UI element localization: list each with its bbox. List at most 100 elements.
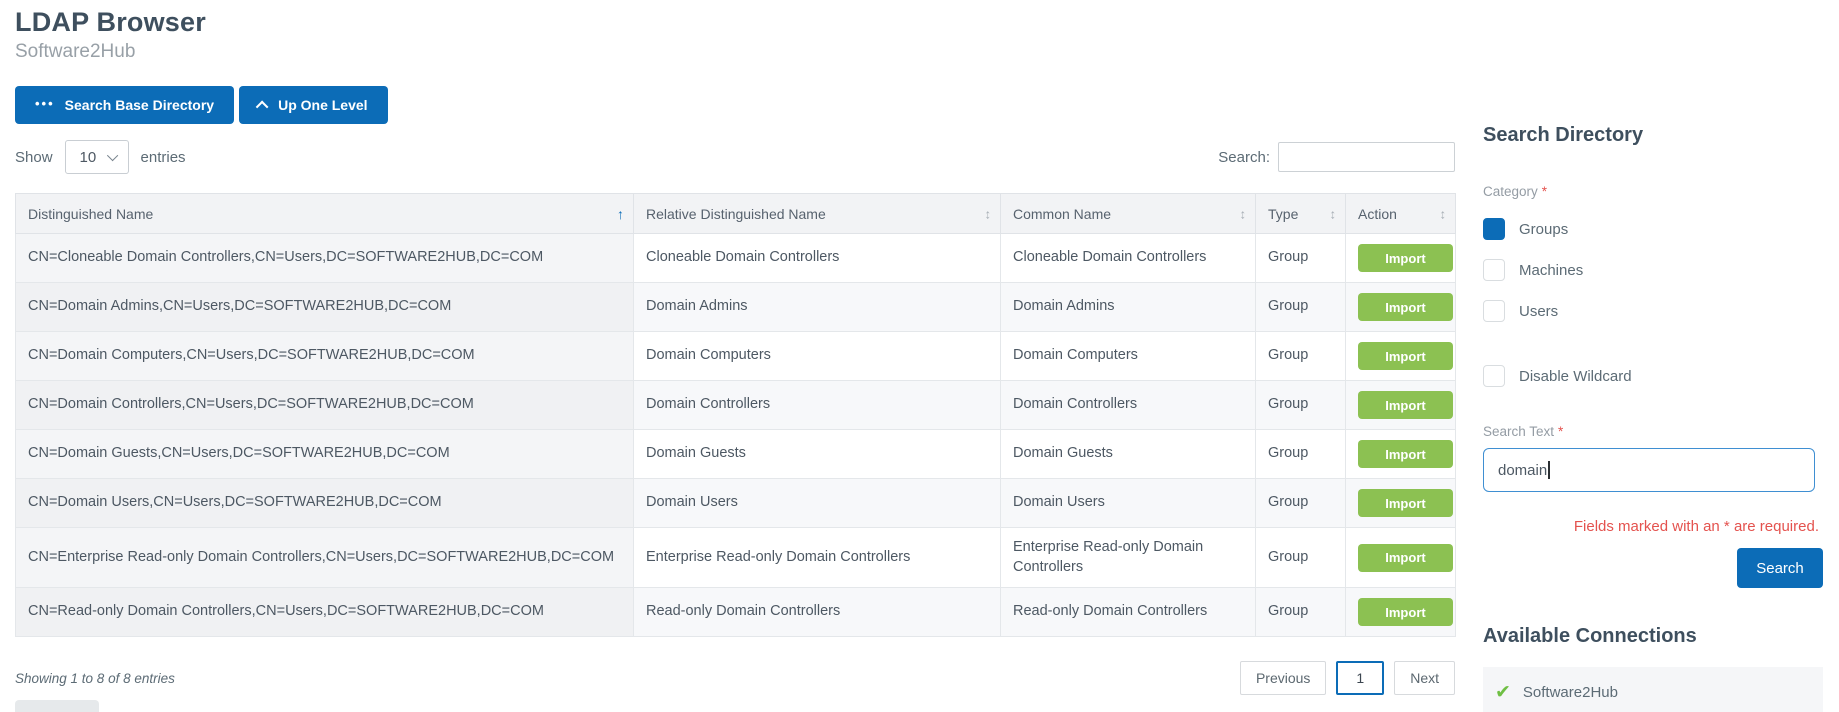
ldap-entries-table: Distinguished Name ↑ Relative Distinguis… [15, 193, 1456, 637]
table-footer: Showing 1 to 8 of 8 entries Previous 1 N… [15, 661, 1455, 695]
page-subtitle: Software2Hub [15, 41, 1455, 63]
import-button[interactable]: Import [1358, 391, 1453, 419]
table-row: CN=Domain Admins,CN=Users,DC=SOFTWARE2HU… [16, 283, 1456, 332]
column-header-distinguished-name[interactable]: Distinguished Name ↑ [16, 194, 634, 234]
page-title: LDAP Browser [15, 7, 1455, 38]
distinguished-name-cell: CN=Domain Guests,CN=Users,DC=SOFTWARE2HU… [16, 430, 634, 479]
required-asterisk: * [1542, 184, 1547, 199]
table-header-row: Distinguished Name ↑ Relative Distinguis… [16, 194, 1456, 234]
table-row: CN=Read-only Domain Controllers,CN=Users… [16, 588, 1456, 637]
common-name-cell: Read-only Domain Controllers [1001, 588, 1256, 637]
import-button[interactable]: Import [1358, 293, 1453, 321]
search-text-value: domain [1498, 462, 1547, 479]
disable-wildcard-checkbox[interactable] [1483, 365, 1505, 387]
category-checkbox-label: Machines [1519, 262, 1583, 279]
page-size-select[interactable]: 10 [65, 140, 129, 174]
table-search-input[interactable] [1278, 142, 1455, 172]
action-cell: Import [1346, 528, 1456, 588]
relative-distinguished-name-cell: Cloneable Domain Controllers [634, 234, 1001, 283]
common-name-cell: Enterprise Read-only Domain Controllers [1001, 528, 1256, 588]
import-button[interactable]: Import [1358, 342, 1453, 370]
distinguished-name-cell: CN=Domain Admins,CN=Users,DC=SOFTWARE2HU… [16, 283, 634, 332]
column-header-action[interactable]: Action ↕ [1346, 194, 1456, 234]
column-label: Common Name [1013, 206, 1111, 222]
up-one-level-button[interactable]: Up One Level [239, 86, 387, 124]
type-cell: Group [1256, 528, 1346, 588]
sort-icon: ↕ [1240, 206, 1247, 221]
import-button[interactable]: Import [1358, 489, 1453, 517]
import-button[interactable]: Import [1358, 244, 1453, 272]
column-label: Relative Distinguished Name [646, 206, 826, 222]
action-cell: Import [1346, 332, 1456, 381]
category-checkbox-users[interactable] [1483, 300, 1505, 322]
ellipsis-icon: ••• [35, 96, 55, 111]
type-cell: Group [1256, 430, 1346, 479]
category-checkbox-groups[interactable] [1483, 218, 1505, 240]
sort-ascending-icon: ↑ [617, 206, 624, 222]
type-cell: Group [1256, 283, 1346, 332]
chevron-down-icon [106, 150, 117, 161]
entries-summary: Showing 1 to 8 of 8 entries [15, 671, 175, 686]
search-button-row: Search [1483, 548, 1823, 588]
column-header-common-name[interactable]: Common Name ↕ [1001, 194, 1256, 234]
toolbar: ••• Search Base Directory Up One Level [15, 86, 1455, 124]
text-cursor [1548, 461, 1550, 479]
column-label: Type [1268, 206, 1298, 222]
previous-page-button[interactable]: Previous [1240, 661, 1326, 695]
import-button[interactable]: Import [1358, 544, 1453, 572]
search-button[interactable]: Search [1737, 548, 1823, 588]
pagination: Previous 1 Next [1240, 661, 1455, 695]
search-text-input[interactable]: domain [1483, 448, 1815, 492]
common-name-cell: Domain Guests [1001, 430, 1256, 479]
relative-distinguished-name-cell: Enterprise Read-only Domain Controllers [634, 528, 1001, 588]
page-size-value: 10 [80, 149, 97, 166]
required-asterisk: * [1558, 424, 1563, 439]
disable-wildcard-checkbox-row[interactable]: Disable Wildcard [1483, 365, 1823, 387]
connection-name: Software2Hub [1523, 684, 1618, 701]
column-header-relative-distinguished-name[interactable]: Relative Distinguished Name ↕ [634, 194, 1001, 234]
show-label: Show [15, 149, 53, 166]
sort-icon: ↕ [985, 206, 992, 221]
relative-distinguished-name-cell: Domain Controllers [634, 381, 1001, 430]
common-name-cell: Domain Controllers [1001, 381, 1256, 430]
up-one-level-label: Up One Level [278, 97, 367, 113]
next-page-button[interactable]: Next [1394, 661, 1455, 695]
import-button[interactable]: Import [1358, 598, 1453, 626]
distinguished-name-cell: CN=Enterprise Read-only Domain Controlle… [16, 528, 634, 588]
category-checkbox-machines[interactable] [1483, 259, 1505, 281]
distinguished-name-cell: CN=Domain Controllers,CN=Users,DC=SOFTWA… [16, 381, 634, 430]
category-checkbox-label: Groups [1519, 221, 1568, 238]
relative-distinguished-name-cell: Read-only Domain Controllers [634, 588, 1001, 637]
column-header-type[interactable]: Type ↕ [1256, 194, 1346, 234]
search-base-directory-label: Search Base Directory [65, 97, 214, 113]
action-cell: Import [1346, 430, 1456, 479]
import-button[interactable]: Import [1358, 440, 1453, 468]
page-size-control: Show 10 entries [15, 140, 186, 174]
relative-distinguished-name-cell: Domain Users [634, 479, 1001, 528]
search-text-label: Search Text* [1483, 424, 1823, 439]
table-controls: Show 10 entries Search: [15, 140, 1455, 174]
table-body: CN=Cloneable Domain Controllers,CN=Users… [16, 234, 1456, 637]
distinguished-name-cell: CN=Cloneable Domain Controllers,CN=Users… [16, 234, 634, 283]
chevron-up-icon [256, 100, 269, 113]
table-row: CN=Cloneable Domain Controllers,CN=Users… [16, 234, 1456, 283]
category-checkbox-row-machines[interactable]: Machines [1483, 259, 1823, 281]
category-checkbox-label: Users [1519, 303, 1558, 320]
table-search-control: Search: [1218, 142, 1455, 172]
available-connections-title: Available Connections [1483, 625, 1823, 648]
category-checkbox-row-users[interactable]: Users [1483, 300, 1823, 322]
category-checkbox-list: Groups Machines Users [1483, 218, 1823, 322]
search-directory-panel: Search Directory Category* GroupsMachine… [1483, 0, 1823, 712]
table-row: CN=Enterprise Read-only Domain Controlle… [16, 528, 1456, 588]
category-checkbox-row-groups[interactable]: Groups [1483, 218, 1823, 240]
type-cell: Group [1256, 234, 1346, 283]
action-cell: Import [1346, 479, 1456, 528]
common-name-cell: Cloneable Domain Controllers [1001, 234, 1256, 283]
page-number-button[interactable]: 1 [1336, 661, 1384, 695]
clipped-bottom-button[interactable] [15, 700, 99, 712]
ldap-browser-page: LDAP Browser Software2Hub ••• Search Bas… [0, 0, 1839, 712]
search-base-directory-button[interactable]: ••• Search Base Directory [15, 86, 234, 124]
connection-item[interactable]: ✔ Software2Hub [1483, 667, 1823, 712]
type-cell: Group [1256, 588, 1346, 637]
column-label: Action [1358, 206, 1397, 222]
